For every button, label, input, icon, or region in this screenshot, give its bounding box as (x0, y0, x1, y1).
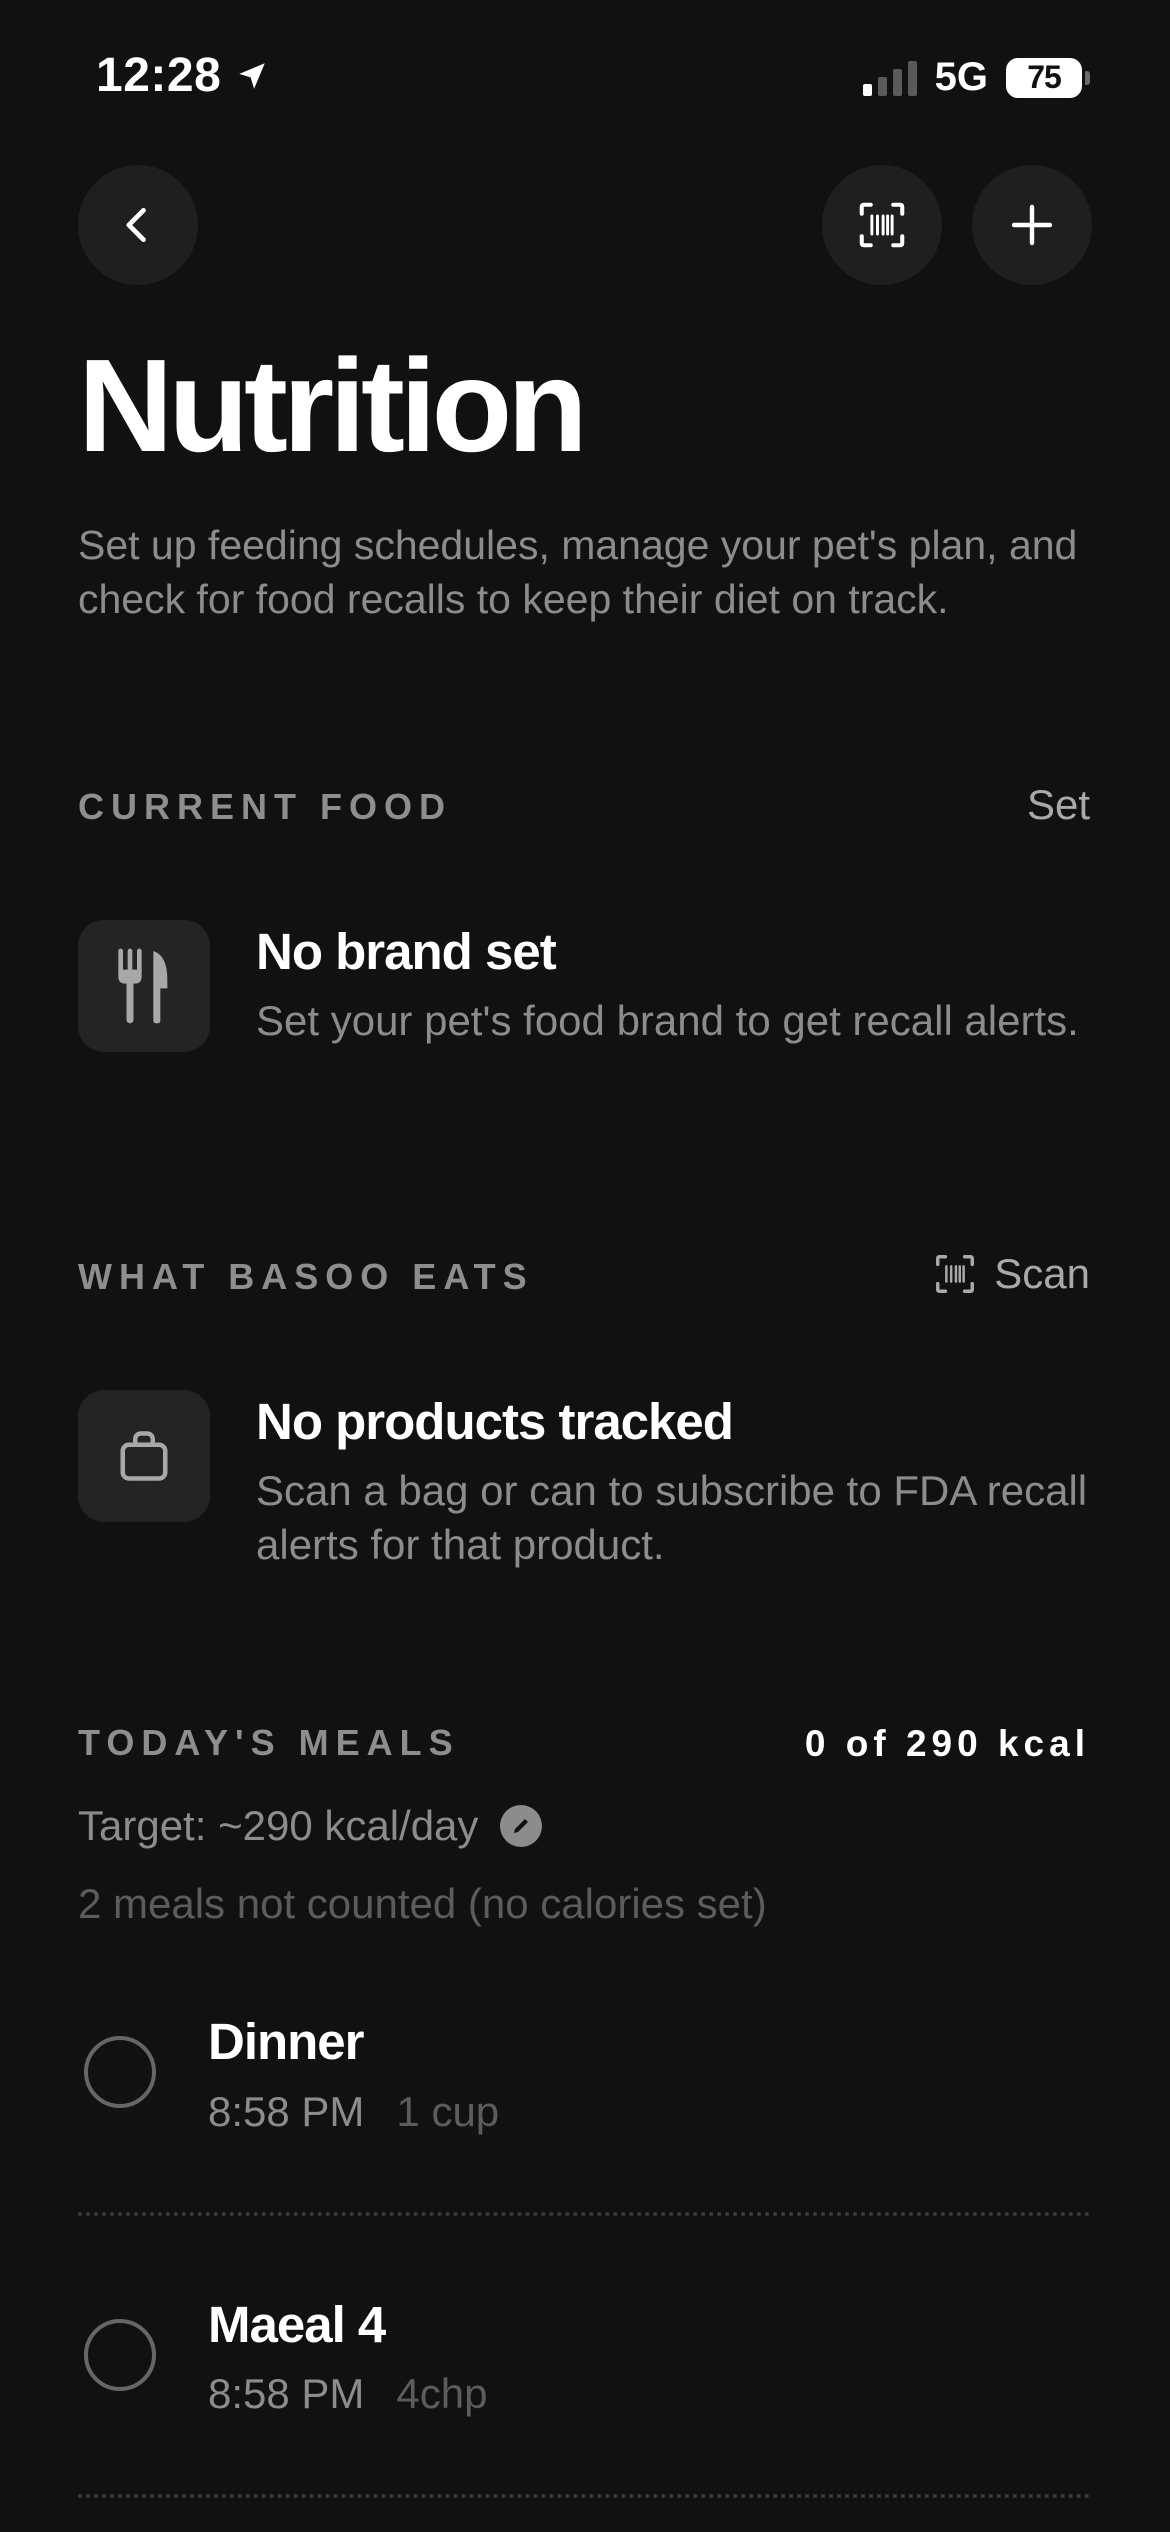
network-type: 5G (934, 55, 988, 99)
barcode-scan-button[interactable] (822, 165, 942, 285)
set-food-label: Set (1026, 781, 1090, 828)
meal-checkbox[interactable] (84, 2036, 156, 2108)
food-tile (78, 920, 210, 1052)
page-title: Nutrition (78, 332, 588, 479)
meal-divider (78, 2212, 1090, 2216)
meal-time: 8:58 PM (208, 2370, 365, 2417)
status-bar: 12:28 5G 75 (0, 0, 1170, 150)
meals-not-counted-note: 2 meals not counted (no calories set) (78, 1880, 767, 1927)
what-pet-eats-heading: WHAT BASOO EATS (78, 1256, 534, 1297)
bag-icon (120, 1431, 168, 1481)
status-time: 12:28 (96, 48, 269, 103)
scan-product-button[interactable]: Scan (932, 1250, 1090, 1298)
pencil-icon (514, 1819, 529, 1833)
current-food-heading: CURRENT FOOD (78, 786, 452, 827)
food-brand-description: Set your pet's food brand to get recall … (256, 997, 1079, 1044)
meal-divider (78, 2494, 1090, 2498)
meal-meta: 8:58 PM 1 cup (208, 2088, 499, 2136)
meal-amount: 4chp (396, 2370, 488, 2417)
meal-meta: 8:58 PM 4chp (208, 2370, 488, 2418)
status-indicators: 5G 75 (862, 55, 1090, 100)
status-time-text: 12:28 (96, 49, 222, 102)
barcode-scan-icon (859, 202, 905, 248)
calories-total: 0 of 290 kcal (804, 1723, 1090, 1764)
cellular-signal-icon (862, 60, 917, 96)
scan-product-label: Scan (994, 1250, 1090, 1297)
chevron-left-icon (126, 207, 146, 243)
meal-checkbox[interactable] (84, 2319, 156, 2391)
calorie-target-row[interactable]: Target: ~290 kcal/day (78, 1802, 543, 1850)
battery-icon: 75 (1006, 57, 1090, 98)
plus-icon (1011, 204, 1053, 246)
add-button[interactable] (972, 165, 1092, 285)
calorie-target-text: Target: ~290 kcal/day (78, 1802, 479, 1849)
back-button[interactable] (78, 165, 198, 285)
products-title: No products tracked (256, 1393, 734, 1450)
todays-meals-heading: TODAY'S MEALS (78, 1722, 460, 1763)
edit-target-button[interactable] (500, 1805, 543, 1847)
products-tile (78, 1390, 210, 1522)
food-brand-title: No brand set (256, 923, 557, 980)
meal-name: Maeal 4 (208, 2296, 386, 2353)
barcode-scan-icon (936, 1255, 975, 1293)
fork-knife-icon (118, 948, 168, 1024)
battery-level: 75 (1006, 57, 1082, 98)
page-description: Set up feeding schedules, manage your pe… (78, 522, 1078, 622)
location-arrow-icon (239, 62, 266, 89)
meal-time: 8:58 PM (208, 2088, 365, 2135)
products-description: Scan a bag or can to subscribe to FDA re… (256, 1467, 1088, 1568)
meal-amount: 1 cup (396, 2088, 500, 2135)
meal-name: Dinner (208, 2013, 365, 2070)
set-food-button[interactable]: Set (1027, 781, 1090, 829)
